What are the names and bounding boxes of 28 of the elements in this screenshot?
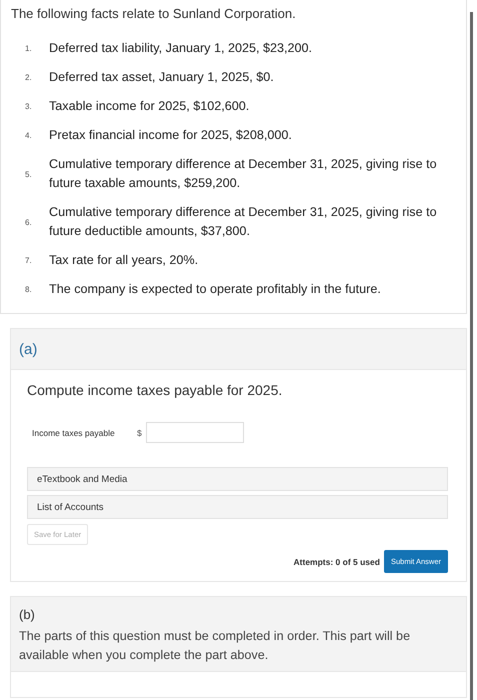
fact-text: Taxable income for 2025, $102,600. [49, 98, 250, 115]
list-number: 1. [24, 44, 33, 53]
part-label: (a) [19, 340, 38, 358]
list-number: 3. [24, 102, 33, 111]
list-number: 2. [24, 73, 33, 82]
list-number: 6. [24, 218, 33, 226]
field-label: Income taxes payable [32, 428, 116, 438]
intro-text: The following facts relate to Sunland Corporation. [11, 6, 297, 21]
scrollbar[interactable] [470, 12, 473, 700]
fact-text: Deferred tax asset, January 1, 2025, $0. [49, 69, 275, 86]
list-number: 5. [24, 170, 33, 178]
fact-text: The company is expected to operate profitably in the future. [49, 281, 382, 298]
locked-message: The parts of this question must be completed in order. This part will be available when you complete the part above. [19, 628, 412, 664]
list-number: 4. [24, 131, 33, 140]
list-number: 8. [24, 285, 33, 294]
resource-link[interactable]: List of Accounts [27, 495, 448, 519]
fact-text: Deferred tax liability, January 1, 2025, $23,200. [49, 40, 313, 57]
fact-text: Pretax financial income for 2025, $208,000. [49, 127, 293, 144]
fact-text: Tax rate for all years, 20%. [49, 252, 200, 269]
fact-text: Cumulative temporary difference at December 31, 2025, giving rise to future taxable amounts, $259,200. [49, 156, 438, 192]
input-field[interactable] [146, 422, 244, 443]
resource-link[interactable]: eTextbook and Media [27, 467, 448, 491]
fact-text: Cumulative temporary difference at December 31, 2025, giving rise to future deductible amounts, $37,800. [49, 204, 438, 240]
attempts-text: Attempts: 0 of 5 used [294, 556, 380, 566]
part-label: (b) [19, 607, 36, 622]
question-text: Compute income taxes payable for 2025. [27, 382, 284, 398]
currency-symbol: $ [137, 428, 143, 438]
list-number: 7. [24, 256, 33, 265]
